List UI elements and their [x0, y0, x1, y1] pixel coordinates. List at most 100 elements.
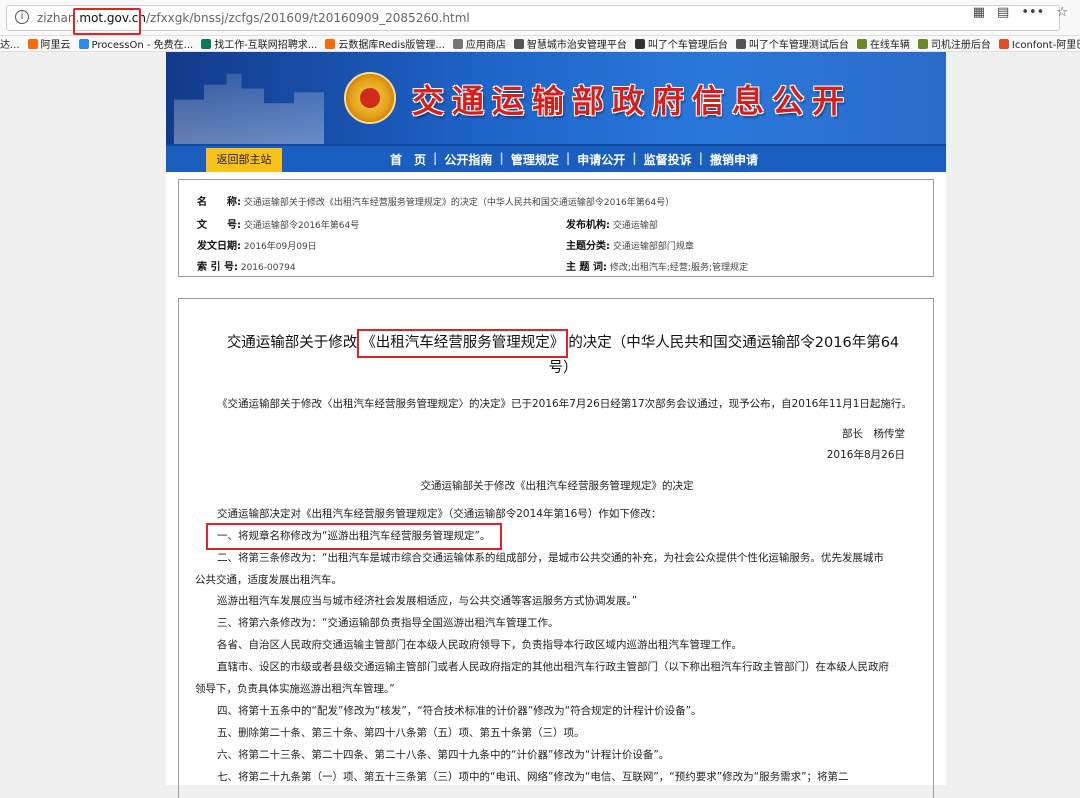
bookmark-favicon-icon [201, 38, 212, 49]
meta-docno-row: 文 号: 交通运输部令2016年第64号 [197, 216, 359, 231]
bookmark-item[interactable]: 云数据库Redis版管理... [325, 36, 445, 51]
meta-topic-row: 主题分类: 交通运输部部门规章 [566, 237, 694, 252]
meta-date-row: 发文日期: 2016年09月09日 [197, 237, 317, 252]
bookmark-item[interactable]: 达... [0, 36, 20, 51]
building-illustration [174, 73, 324, 144]
bookmark-item[interactable]: 智慧城市治安管理平台 [513, 36, 627, 51]
nav-link[interactable]: 申请公开 [571, 151, 631, 168]
paragraph: 三、将第六条修改为：“交通运输部负责指导全国巡游出租汽车管理工作。 [217, 617, 559, 629]
paragraph-highlighted: 一、将规章名称修改为“巡游出租汽车经营服务管理规定”。 [217, 530, 491, 542]
browser-actions: ▦ ▤ ••• ☆ [973, 5, 1068, 20]
title-part: 的决定（中华人民共和国交通运输部令2016年第64 [568, 335, 900, 351]
bookmark-favicon-icon [78, 38, 89, 49]
bookmark-label: 叫了个车管理后台 [647, 40, 728, 51]
bookmark-item[interactable]: ProcessOn - 免费在... [78, 36, 194, 51]
qr-code-icon[interactable]: ▦ [973, 5, 985, 20]
bookmark-favicon-icon [735, 38, 746, 49]
bookmark-label: 应用商店 [465, 40, 506, 51]
bookmarks-bar: 达... 阿里云 ProcessOn - 免费在... 找工作-互联网招聘求... 云数… [0, 36, 1080, 52]
meta-value: 2016-00794 [240, 263, 296, 273]
bookmark-label: Iconfont-阿里巴 [1011, 40, 1080, 51]
address-bar[interactable]: i zizhan.mot.gov.cn/zfxxgk/bnssj/zcfgs/2… [6, 5, 1060, 35]
bookmark-label: ProcessOn - 免费在... [91, 40, 194, 51]
url-path: /zfxxgk/bnssj/zcfgs/201609/t20160909_208… [146, 11, 470, 25]
nav-link[interactable]: 首 页 [384, 151, 432, 168]
bookmark-item[interactable]: 应用商店 [452, 36, 506, 51]
bookmark-label: 在线车辆 [869, 40, 910, 51]
info-icon[interactable]: i [15, 10, 29, 24]
national-emblem-icon [344, 72, 396, 124]
decision-subtitle: 交通运输部关于修改《出租汽车经营服务管理规定》的决定 [420, 480, 694, 492]
home-button[interactable]: 返回部主站 [206, 148, 282, 172]
site-banner: 交通运输部政府信息公开 [166, 52, 946, 144]
sign-date: 2016年8月26日 [826, 449, 905, 461]
bookmark-favicon-icon [634, 38, 645, 49]
paragraph: 二、将第三条修改为：“出租汽车是城市综合交通运输体系的组成部分，是城市公共交通的… [217, 552, 884, 564]
more-menu-icon[interactable]: ••• [1021, 5, 1044, 20]
paragraph: 六、将第二十三条、第二十四条、第二十八条、第四十九条中的“计价器”修改为“计程计… [217, 749, 670, 761]
browser-toolbar: i zizhan.mot.gov.cn/zfxxgk/bnssj/zcfgs/2… [0, 0, 1080, 36]
main-nav: 返回部主站 首 页 | 公开指南 | 管理规定 | 申请公开 | 监督投诉 | 撤销申请 [166, 144, 946, 172]
bookmark-star-icon[interactable]: ☆ [1056, 5, 1068, 20]
meta-issuer-row: 发布机构: 交通运输部 [566, 216, 658, 231]
paragraph: 五、删除第二十条、第三十条、第四十八条第（五）项、第五十条第（三）项。 [217, 727, 585, 739]
paragraph: 领导下，负责具体实施巡游出租汽车管理。” [195, 683, 395, 695]
meta-value: 2016年09月09日 [243, 242, 317, 252]
document-title: 交通运输部关于修改 《出租汽车经营服务管理规定》 的决定（中华人民共和国交通运输部令… [203, 329, 923, 379]
paragraph: 巡游出租汽车发展应当与城市经济社会发展相适应，与公共交通等客运服务方式协调发展。… [217, 595, 638, 607]
meta-value: 修改;出租汽车;经营;服务;管理规定 [609, 263, 748, 273]
paragraph: 七、将第二十九条第（一）项、第五十三条第（三）项中的“电讯、网络”修改为“电信、… [217, 771, 849, 783]
meta-index-row: 索 引 号: 2016-00794 [197, 258, 296, 273]
bookmark-item[interactable]: 叫了个车管理测试后台 [735, 36, 849, 51]
title-part: 号） [548, 360, 578, 376]
bookmark-favicon-icon [998, 38, 1009, 49]
nav-items: 首 页 | 公开指南 | 管理规定 | 申请公开 | 监督投诉 | 撤销申请 [384, 151, 764, 168]
url-host-highlight-box [73, 8, 141, 35]
nav-link[interactable]: 管理规定 [505, 151, 565, 168]
reader-view-icon[interactable]: ▤ [997, 5, 1009, 20]
gov-page: 交通运输部政府信息公开 返回部主站 首 页 | 公开指南 | 管理规定 | 申请公开 | 监督投… [166, 52, 946, 798]
bookmark-item[interactable]: 在线车辆 [856, 36, 910, 51]
bookmark-item[interactable]: Iconfont-阿里巴 [998, 36, 1080, 51]
bookmark-favicon-icon [917, 38, 928, 49]
meta-keywords-row: 主 题 词: 修改;出租汽车;经营;服务;管理规定 [566, 258, 748, 273]
title-part: 交通运输部关于修改 [226, 335, 358, 351]
paragraph: 四、将第十五条中的“配发”修改为“核发”，“符合技术标准的计价器”修改为“符合规… [217, 705, 702, 717]
bookmark-favicon-icon [325, 38, 336, 49]
nav-link[interactable]: 监督投诉 [638, 151, 698, 168]
meta-label: 主题分类: [566, 241, 610, 252]
bookmark-label: 阿里云 [40, 40, 71, 51]
bookmark-label: 云数据库Redis版管理... [338, 40, 445, 51]
bookmark-item[interactable]: 找工作-互联网招聘求... [201, 36, 317, 51]
paragraph: 各省、自治区人民政府交通运输主管部门在本级人民政府领导下，负责指导本行政区域内巡… [217, 639, 742, 651]
nav-link[interactable]: 公开指南 [438, 151, 498, 168]
meta-value: 交通运输部关于修改《出租汽车经营服务管理规定》的决定（中华人民共和国交通运输部令… [243, 198, 675, 208]
paragraph: 交通运输部决定对《出租汽车经营服务管理规定》（交通运输部令2014年第16号）作… [217, 508, 662, 520]
bookmark-item[interactable]: 司机注册后台 [917, 36, 991, 51]
meta-label: 文 号: [197, 220, 241, 231]
meta-label: 主 题 词: [566, 262, 607, 273]
meta-label: 名 称: [197, 197, 241, 208]
bookmark-favicon-icon [513, 38, 524, 49]
bookmark-item[interactable]: 阿里云 [27, 36, 71, 51]
meta-label: 索 引 号: [197, 262, 238, 273]
bookmark-label: 找工作-互联网招聘求... [214, 40, 318, 51]
title-highlight-box: 《出租汽车经营服务管理规定》 [357, 329, 569, 358]
bookmark-label: 叫了个车管理测试后台 [748, 40, 849, 51]
signer: 部长 杨传堂 [842, 428, 905, 440]
meta-value: 交通运输部 [612, 221, 658, 231]
page-margin [0, 52, 166, 785]
bookmark-label: 司机注册后台 [930, 40, 991, 51]
bookmark-label: 智慧城市治安管理平台 [526, 40, 627, 51]
document-metadata: 名 称: 交通运输部关于修改《出租汽车经营服务管理规定》的决定（中华人民共和国交… [178, 179, 934, 277]
document-body: 交通运输部关于修改 《出租汽车经营服务管理规定》 的决定（中华人民共和国交通运输部令… [178, 298, 934, 798]
bookmark-favicon-icon [856, 38, 867, 49]
site-title: 交通运输部政府信息公开 [412, 82, 853, 120]
meta-name-row: 名 称: 交通运输部关于修改《出租汽车经营服务管理规定》的决定（中华人民共和国交… [197, 193, 674, 208]
meta-value: 交通运输部令2016年第64号 [243, 221, 360, 231]
paragraph: 公共交通，适度发展出租汽车。 [195, 574, 342, 586]
bookmark-item[interactable]: 叫了个车管理后台 [634, 36, 728, 51]
intro-paragraph: 《交通运输部关于修改〈出租汽车经营服务管理规定〉的决定》已于2016年7月26日… [217, 398, 912, 410]
bookmark-label: 达... [0, 40, 20, 51]
nav-link[interactable]: 撤销申请 [704, 151, 764, 168]
